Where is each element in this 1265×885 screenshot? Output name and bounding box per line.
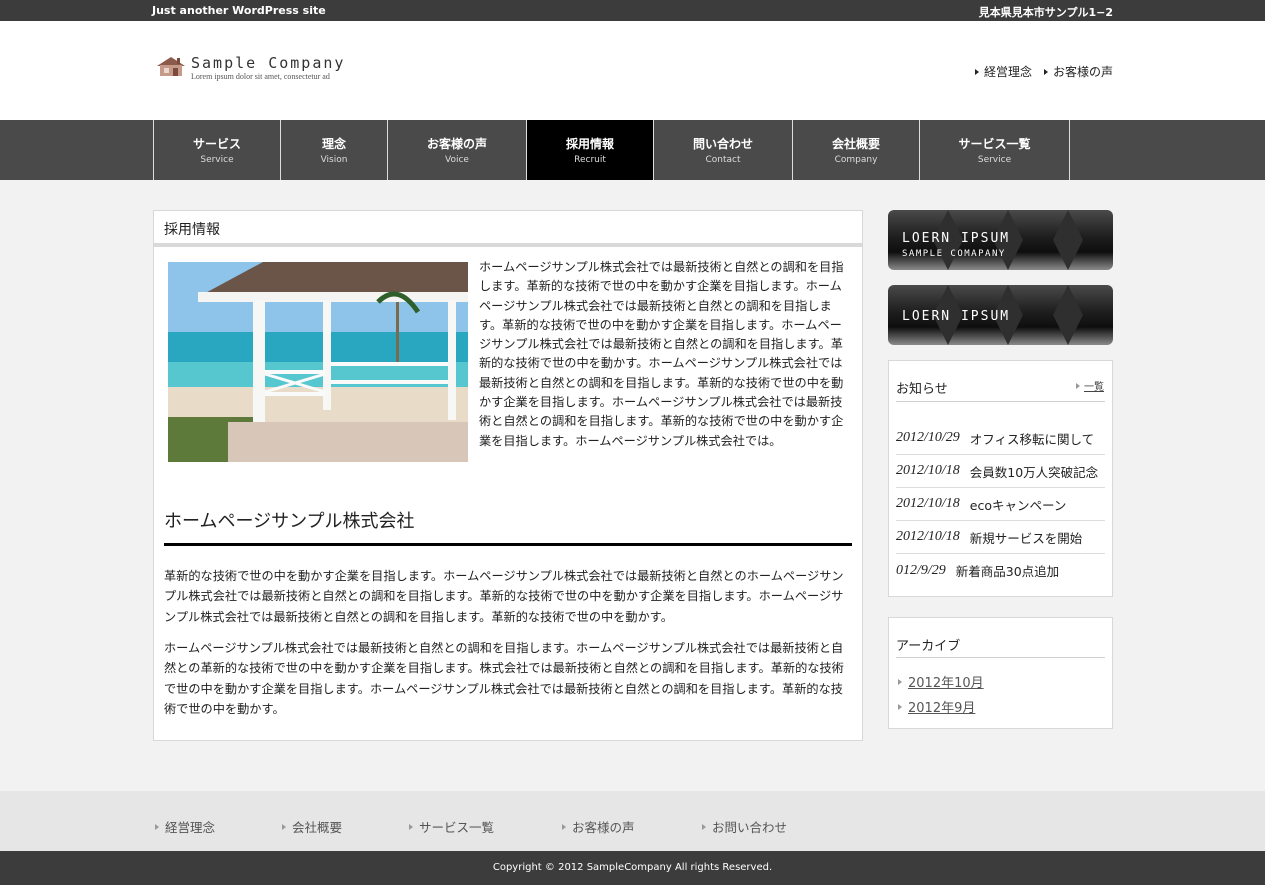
archive-heading: アーカイブ (896, 639, 961, 654)
global-nav: サービス Service 理念 Vision お客様の声 Voice 採用情報 … (0, 120, 1265, 180)
news-item[interactable]: 2012/10/18 ecoキャンペーン (896, 488, 1105, 521)
intro-text: ホームページサンプル株式会社では最新技術と自然との調和を目指します。革新的な技術… (479, 260, 844, 448)
news-item[interactable]: 2012/10/18 会員数10万人突破記念 (896, 455, 1105, 488)
news-heading: お知らせ (896, 382, 948, 397)
triangle-right-icon (409, 823, 413, 830)
news-box: お知らせ 一覧 2012/10/29 オフィス移転に関して 2012/10/18… (888, 360, 1113, 597)
site-logo[interactable]: Sample Company Lorem ipsum dolor sit ame… (155, 54, 355, 84)
triangle-right-icon (898, 678, 902, 685)
house-icon (157, 57, 185, 76)
banner-2-line1: LOERN IPSUM (902, 309, 1011, 324)
header-link-philosophy[interactable]: 経営理念 (974, 63, 1032, 80)
section-title: ホームページサンプル株式会社 (164, 507, 852, 546)
archive-link-2012-09[interactable]: 2012年9月 (898, 697, 975, 716)
triangle-right-icon (974, 68, 979, 75)
site-header: Sample Company Lorem ipsum dolor sit ame… (0, 21, 1265, 120)
news-item[interactable]: 2012/10/29 オフィス移転に関して (896, 422, 1105, 455)
copyright: Copyright © 2012 SampleCompany All right… (0, 851, 1265, 885)
gazebo-photo (168, 262, 468, 462)
footer-link-service-list[interactable]: サービス一覧 (409, 817, 494, 836)
footer-nav: 経営理念 会社概要 サービス一覧 お客様の声 お問い合わせ (0, 791, 1265, 851)
paragraph-1: 革新的な技術で世の中を動かす企業を目指します。ホームページサンプル株式会社では最… (164, 569, 844, 624)
nav-item-vision[interactable]: 理念 Vision (281, 120, 388, 180)
news-more-link[interactable]: 一覧 (1076, 378, 1104, 393)
banner-1-line1: LOERN IPSUM (902, 231, 1011, 246)
archive-divider (896, 657, 1105, 658)
nav-item-contact[interactable]: 問い合わせ Contact (654, 120, 793, 180)
banner-1[interactable]: LOERN IPSUM SAMPLE COMAPANY (888, 210, 1113, 270)
footer-link-contact[interactable]: お問い合わせ (702, 817, 787, 836)
triangle-right-icon (562, 823, 566, 830)
nav-item-service-list[interactable]: サービス一覧 Service (920, 120, 1070, 180)
nav-item-recruit[interactable]: 採用情報 Recruit (527, 120, 654, 180)
footer-link-voice[interactable]: お客様の声 (562, 817, 635, 836)
logo-name: Sample Company (191, 54, 346, 72)
footer-link-philosophy[interactable]: 経営理念 (155, 817, 215, 836)
logo-subtitle: Lorem ipsum dolor sit amet, consectetur … (191, 72, 330, 81)
news-divider (896, 401, 1105, 402)
main-content: 採用情報 ホームページサンプル株式会社では最新技術と自然との調和を目指します。革… (153, 210, 863, 741)
site-tagline: Just another WordPress site (152, 4, 326, 17)
news-item[interactable]: 2012/10/18 新規サービスを開始 (896, 521, 1105, 554)
triangle-right-icon (282, 823, 286, 830)
paragraph-2: ホームページサンプル株式会社では最新技術と自然との調和を目指します。ホームページ… (164, 641, 844, 716)
triangle-right-icon (1043, 68, 1048, 75)
archive-box: アーカイブ 2012年10月 2012年9月 (888, 617, 1113, 729)
top-bar: Just another WordPress site 見本県見本市サンプル1−… (0, 0, 1265, 21)
header-links: 経営理念 お客様の声 (974, 63, 1113, 80)
archive-link-2012-10[interactable]: 2012年10月 (898, 672, 984, 691)
nav-item-voice[interactable]: お客様の声 Voice (388, 120, 527, 180)
site-address: 見本県見本市サンプル1−2 (978, 6, 1113, 19)
banner-2[interactable]: LOERN IPSUM (888, 285, 1113, 345)
triangle-right-icon (702, 823, 706, 830)
nav-item-service[interactable]: サービス Service (154, 120, 281, 180)
footer-link-company[interactable]: 会社概要 (282, 817, 342, 836)
header-link-voice[interactable]: お客様の声 (1043, 63, 1113, 80)
triangle-right-icon (155, 823, 159, 830)
banner-1-line2: SAMPLE COMAPANY (902, 249, 1006, 259)
triangle-right-icon (1076, 382, 1080, 389)
news-item[interactable]: 012/9/29 新着商品30点追加 (896, 554, 1105, 587)
nav-item-company[interactable]: 会社概要 Company (793, 120, 920, 180)
page-title: 採用情報 (154, 211, 862, 247)
triangle-right-icon (898, 703, 902, 710)
